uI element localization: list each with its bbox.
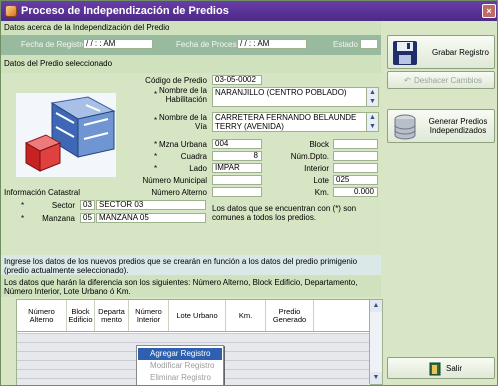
undo-icon: ↶ bbox=[404, 76, 411, 85]
scroll-down-icon[interactable]: ▼ bbox=[366, 97, 378, 106]
scroll-up-icon[interactable]: ▲ bbox=[366, 88, 378, 97]
asterisk-mark: * bbox=[21, 214, 25, 223]
main-window: Proceso de Independización de Predios × … bbox=[0, 0, 498, 386]
eliminar-registro-menu-item[interactable]: Eliminar Registro bbox=[138, 372, 222, 384]
generar-label: Generar Predios Independizados bbox=[428, 117, 488, 135]
cuadra-field[interactable]: 8 bbox=[212, 151, 262, 161]
block-field[interactable] bbox=[333, 139, 378, 149]
num-alterno-label: Número Alterno bbox=[151, 188, 207, 197]
km-label: Km. bbox=[314, 188, 329, 197]
sector-name-field[interactable]: SECTOR 03 bbox=[96, 200, 206, 210]
salir-label: Salir bbox=[446, 364, 463, 373]
section-title-predio: Datos del Predio seleccionado bbox=[4, 59, 113, 68]
scroll-up-icon[interactable]: ▲ bbox=[366, 113, 378, 122]
column-header[interactable]: Predio Generado bbox=[266, 300, 314, 331]
column-header[interactable]: Departa mento bbox=[95, 300, 129, 331]
window-title: Proceso de Independización de Predios bbox=[21, 5, 229, 17]
instructions-text: Ingrese los datos de los nuevos predios … bbox=[4, 257, 358, 275]
cuadra-label: Cuadra bbox=[180, 152, 207, 161]
manzana-code-field[interactable]: 05 bbox=[80, 213, 95, 223]
table-header: Número Alterno Block Edificio Departa me… bbox=[17, 300, 370, 332]
sector-label: Sector bbox=[51, 201, 75, 210]
num-dpto-field[interactable] bbox=[333, 151, 378, 161]
column-header[interactable]: Km. bbox=[226, 300, 266, 331]
grabar-registro-button[interactable]: Grabar Registro bbox=[387, 35, 495, 69]
mzna-urbana-field[interactable]: 004 bbox=[212, 139, 262, 149]
codigo-predio-field[interactable]: 03-05-0002 bbox=[212, 75, 262, 85]
column-header[interactable]: Número Alterno bbox=[17, 300, 67, 331]
manzana-name-field[interactable]: MANZANA 05 bbox=[96, 213, 206, 223]
action-panel: Grabar Registro ↶ Deshacer Cambios Gener… bbox=[385, 21, 497, 385]
via-field[interactable]: CARRETERA FERNANDO BELAUNDE TERRY (AVENI… bbox=[212, 112, 379, 132]
close-button[interactable]: × bbox=[482, 4, 496, 18]
context-menu: Agregar Registro Modificar Registro Elim… bbox=[136, 345, 224, 385]
fecha-proceso-label: Fecha de Proceso bbox=[176, 40, 241, 49]
database-icon bbox=[394, 114, 416, 140]
generar-predios-button[interactable]: Generar Predios Independizados bbox=[387, 109, 495, 143]
mzna-urbana-label: Mzna Urbana bbox=[158, 140, 207, 149]
predio-header: Datos del Predio seleccionado bbox=[1, 55, 381, 73]
salir-button[interactable]: Salir bbox=[387, 357, 495, 379]
cube-illustration-icon bbox=[16, 93, 116, 177]
section-title-independizacion: Datos acerca de la Independización del P… bbox=[4, 23, 170, 32]
lado-label: Lado bbox=[189, 164, 207, 173]
column-header[interactable]: Lote Urbano bbox=[169, 300, 226, 331]
table-scrollbar[interactable]: ▲ ▼ bbox=[369, 300, 382, 384]
interior-label: Interior bbox=[304, 164, 329, 173]
codigo-predio-label: Código de Predio bbox=[145, 76, 207, 85]
asterisk-mark: * bbox=[21, 201, 25, 210]
scroll-down-icon[interactable]: ▼ bbox=[366, 122, 378, 131]
block-label: Block bbox=[309, 140, 329, 149]
fecha-proceso-field[interactable]: / / : : AM bbox=[237, 39, 307, 49]
deshacer-cambios-button[interactable]: ↶ Deshacer Cambios bbox=[387, 71, 495, 89]
sector-code-field[interactable]: 03 bbox=[80, 200, 95, 210]
agregar-registro-menu-item[interactable]: Agregar Registro bbox=[138, 348, 222, 360]
fecha-registro-label: Fecha de Registro bbox=[21, 40, 87, 49]
num-dpto-label: Núm.Dpto. bbox=[290, 152, 329, 161]
num-municipal-field[interactable] bbox=[212, 175, 262, 185]
differences-band: Los datos que harán la diferencia son lo… bbox=[1, 275, 381, 297]
habilitacion-field[interactable]: NARANJILLO (CENTRO POBLADO) ▲ ▼ bbox=[212, 87, 379, 107]
estado-label: Estado bbox=[333, 40, 358, 49]
exit-door-icon bbox=[429, 362, 441, 376]
floppy-disk-icon bbox=[393, 41, 417, 65]
scroll-down-icon[interactable]: ▼ bbox=[370, 372, 382, 384]
predio-panel: Código de Predio 03-05-0002 * Nombre de … bbox=[1, 73, 381, 265]
modificar-registro-menu-item[interactable]: Modificar Registro bbox=[138, 360, 222, 372]
scroll-up-icon[interactable]: ▲ bbox=[370, 300, 382, 312]
num-alterno-field[interactable] bbox=[212, 187, 262, 197]
num-municipal-label: Número Municipal bbox=[142, 176, 207, 185]
column-header[interactable]: Número Interior bbox=[129, 300, 169, 331]
common-data-note: Los datos que se encuentran con (*) son … bbox=[212, 204, 357, 222]
column-header[interactable]: Block Edificio bbox=[67, 300, 95, 331]
dates-band: Fecha de Registro / / : : AM Fecha de Pr… bbox=[1, 35, 381, 55]
km-field[interactable]: 0.000 bbox=[333, 187, 378, 197]
habilitacion-value: NARANJILLO (CENTRO POBLADO) bbox=[215, 88, 347, 97]
lote-label: Lote bbox=[313, 176, 329, 185]
info-catastral-label: Información Catastral bbox=[4, 188, 81, 197]
app-icon bbox=[5, 5, 17, 17]
via-value: CARRETERA FERNANDO BELAUNDE TERRY (AVENI… bbox=[215, 113, 357, 131]
lote-field[interactable]: 025 bbox=[333, 175, 378, 185]
manzana-label: Manzana bbox=[42, 214, 75, 223]
interior-field[interactable] bbox=[333, 163, 378, 173]
fecha-registro-field[interactable]: / / : : AM bbox=[83, 39, 153, 49]
section-header: Datos acerca de la Independización del P… bbox=[1, 21, 381, 35]
habilitacion-label: Nombre de la Habilitación bbox=[158, 86, 207, 104]
estado-field[interactable] bbox=[360, 39, 378, 49]
lado-field[interactable]: IMPAR bbox=[212, 163, 262, 173]
differences-text: Los datos que harán la diferencia son lo… bbox=[4, 278, 358, 296]
instructions-band: Ingrese los datos de los nuevos predios … bbox=[1, 255, 381, 275]
grabar-label: Grabar Registro bbox=[432, 48, 489, 57]
deshacer-label: Deshacer Cambios bbox=[414, 76, 483, 85]
title-bar: Proceso de Independización de Predios × bbox=[1, 1, 497, 21]
via-label: Nombre de la Vía bbox=[158, 113, 207, 131]
